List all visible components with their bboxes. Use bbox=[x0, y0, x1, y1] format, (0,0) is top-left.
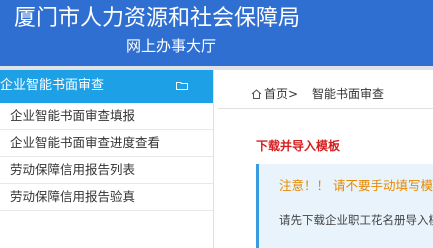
breadcrumb-home-link[interactable]: 首页> bbox=[264, 86, 298, 102]
site-header: 厦门市人力资源和社会保障局 网上办事大厅 bbox=[0, 0, 433, 66]
site-subtitle: 网上办事大厅 bbox=[126, 37, 217, 55]
sidebar: 企业智能书面审查 企业智能书面审查填报 企业智能书面审查进度查看 劳动保障信用报… bbox=[0, 70, 214, 248]
notice-warning: 注意！！ 请不要手动填写模板 bbox=[279, 178, 433, 193]
home-icon bbox=[251, 89, 262, 99]
breadcrumb-current: 智能书面审查 bbox=[312, 87, 385, 101]
sidebar-item-credit-report-verify[interactable]: 劳动保障信用报告验真 bbox=[0, 184, 213, 211]
sidebar-item-review-fill[interactable]: 企业智能书面审查填报 bbox=[0, 103, 213, 130]
sidebar-item-label: 企业智能书面审查进度查看 bbox=[10, 135, 161, 150]
sidebar-group-header[interactable]: 企业智能书面审查 bbox=[0, 70, 213, 103]
breadcrumb: 首页> 智能书面审查 bbox=[218, 80, 433, 109]
sidebar-item-credit-report-list[interactable]: 劳动保障信用报告列表 bbox=[0, 157, 213, 184]
sidebar-item-review-progress[interactable]: 企业智能书面审查进度查看 bbox=[0, 130, 213, 157]
site-title: 厦门市人力资源和社会保障局 bbox=[14, 6, 301, 31]
section-title: 下载并导入模板 bbox=[256, 139, 341, 153]
notice-box: 注意！！ 请不要手动填写模板 请先下载企业职工花名册导入模板 bbox=[256, 164, 433, 248]
sidebar-item-label: 企业智能书面审查填报 bbox=[10, 108, 136, 123]
sidebar-group-title: 企业智能书面审查 bbox=[0, 78, 105, 93]
sidebar-item-label: 劳动保障信用报告列表 bbox=[10, 162, 136, 177]
folder-icon[interactable] bbox=[176, 81, 188, 90]
notice-text: 请先下载企业职工花名册导入模板 bbox=[279, 213, 433, 227]
sidebar-item-label: 劳动保障信用报告验真 bbox=[10, 189, 136, 204]
